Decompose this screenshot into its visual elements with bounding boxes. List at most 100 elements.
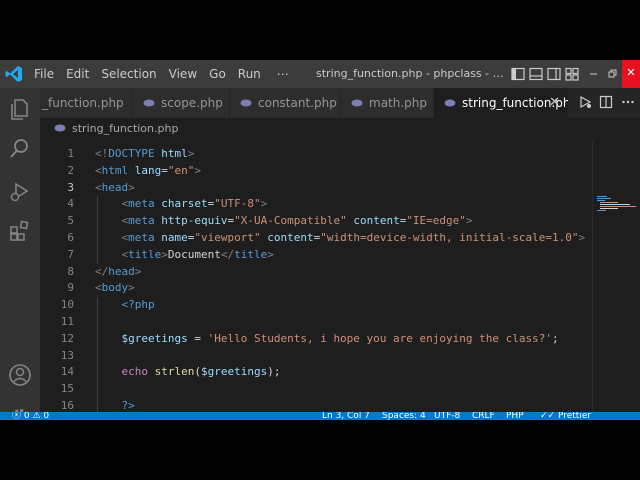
- code-token: meta: [128, 197, 155, 211]
- code-token: <?php: [121, 298, 155, 312]
- code-line[interactable]: echo strlen($greetings);: [95, 364, 281, 381]
- menu-more[interactable]: ⋯: [267, 60, 295, 88]
- more-actions-icon[interactable]: [621, 95, 635, 109]
- prettier-status[interactable]: ✓✓ Prettier: [540, 412, 591, 420]
- tab-label: constant.php: [258, 96, 337, 110]
- code-token: head: [108, 264, 135, 278]
- code-line[interactable]: <title>Document</title>: [95, 247, 274, 264]
- menu-view[interactable]: View: [163, 60, 203, 88]
- toggle-secondary-sidebar-icon[interactable]: [546, 66, 562, 82]
- split-editor-icon[interactable]: [599, 95, 613, 109]
- customize-layout-icon[interactable]: [564, 66, 580, 82]
- code-token: >: [267, 247, 274, 261]
- code-token: "UTF-8": [214, 197, 261, 211]
- tab-string-function[interactable]: string_function.php ✕: [434, 88, 569, 118]
- close-icon: ✕: [626, 66, 636, 79]
- open-changes-icon[interactable]: [578, 95, 592, 109]
- restore-icon[interactable]: [604, 66, 620, 82]
- code-token: strlen: [154, 365, 195, 379]
- menu-edit[interactable]: Edit: [60, 60, 95, 88]
- code-line[interactable]: <html lang="en">: [95, 163, 201, 180]
- tab-close-icon[interactable]: ✕: [549, 88, 560, 118]
- close-window-button[interactable]: ✕: [622, 60, 640, 88]
- tab-label: _function.php: [42, 96, 124, 110]
- line-number: 11: [60, 315, 74, 328]
- line-number: 16: [60, 399, 74, 412]
- code-token: >: [578, 231, 586, 244]
- account-icon[interactable]: [7, 362, 33, 388]
- code-line[interactable]: <head>: [95, 180, 135, 197]
- toggle-panel-icon[interactable]: [528, 66, 544, 82]
- line-number: 5: [67, 214, 74, 228]
- error-count: 0: [23, 412, 30, 420]
- code-token: "IE=edge": [406, 214, 466, 228]
- code-token: </: [95, 264, 109, 278]
- problems-indicator[interactable]: ⓧ 0 ⚠ 0: [12, 412, 49, 420]
- tab-math[interactable]: math.php: [341, 88, 434, 118]
- error-icon: ⓧ: [12, 412, 24, 420]
- code-token: Document: [167, 247, 221, 261]
- breadcrumb[interactable]: string_function.php: [40, 118, 640, 140]
- code-editor[interactable]: 1 <!DOCTYPE html> 2 <html lang="en"> 3 <head>…: [40, 140, 592, 412]
- code-token: >: [161, 247, 168, 261]
- code-line[interactable]: </head>: [95, 264, 141, 281]
- code-token: http-equiv: [161, 214, 228, 228]
- language-mode[interactable]: PHP: [506, 412, 524, 420]
- code-line[interactable]: <meta charset="UTF-8">: [95, 196, 268, 213]
- toggle-sidebar-icon[interactable]: [510, 66, 526, 82]
- code-token: body: [101, 281, 129, 295]
- code-token: =: [161, 163, 168, 177]
- code-token: >: [187, 147, 195, 160]
- menu-file[interactable]: File: [28, 60, 60, 88]
- code-line[interactable]: $greetings = 'Hello Students, i hope you…: [95, 331, 559, 348]
- code-token: "X-UA-Compatible": [234, 214, 347, 228]
- code-line[interactable]: <?php: [95, 297, 155, 314]
- breadcrumb-file: string_function.php: [72, 122, 179, 135]
- tab-scope[interactable]: scope.php: [133, 88, 230, 118]
- code-token: 'Hello Students, i hope you are enjoying…: [207, 331, 552, 345]
- explorer-icon[interactable]: [7, 96, 33, 122]
- code-token: <: [95, 163, 102, 177]
- line-ending[interactable]: CRLF: [472, 412, 495, 420]
- code-line[interactable]: <meta http-equiv="X-UA-Compatible" conte…: [95, 213, 473, 230]
- tab-function[interactable]: _function.php: [40, 88, 133, 118]
- line-number: 1: [67, 147, 74, 160]
- warning-icon: ⚠: [32, 412, 44, 420]
- extensions-icon[interactable]: [7, 218, 33, 244]
- minimize-icon[interactable]: [586, 66, 602, 82]
- menu-bar: File Edit Selection View Go Run ⋯: [28, 60, 295, 88]
- tab-constant[interactable]: constant.php: [230, 88, 341, 118]
- indentation[interactable]: Spaces: 4: [382, 412, 426, 420]
- code-token: >: [260, 197, 268, 211]
- menu-selection[interactable]: Selection: [95, 60, 162, 88]
- prettier-label: Prettier: [557, 412, 592, 420]
- minimap[interactable]: [592, 140, 640, 412]
- menu-go[interactable]: Go: [203, 60, 232, 88]
- code-line[interactable]: ?>: [95, 398, 135, 412]
- code-token: >: [128, 180, 135, 194]
- code-token: "en": [167, 163, 195, 177]
- line-number: 8: [67, 264, 74, 278]
- code-token: title: [234, 247, 268, 261]
- encoding[interactable]: UTF-8: [434, 412, 460, 420]
- code-line[interactable]: <!DOCTYPE html>: [95, 146, 194, 163]
- code-token: meta: [128, 214, 155, 228]
- code-token: $greetings: [201, 365, 268, 379]
- menu-run[interactable]: Run: [232, 60, 267, 88]
- code-line[interactable]: <body>: [95, 280, 135, 297]
- status-bar: ⓧ 0 ⚠ 0 Ln 3, Col 7 Spaces: 4 UTF-8 CRLF…: [0, 412, 640, 420]
- code-line[interactable]: <meta name="viewport" content="width=dev…: [95, 230, 586, 247]
- title-bar: File Edit Selection View Go Run ⋯ string…: [0, 60, 640, 88]
- code-token: head: [101, 180, 129, 194]
- indent-guide: [97, 297, 98, 412]
- double-check-icon: ✓✓: [540, 412, 558, 420]
- php-elephant-icon: [351, 99, 363, 106]
- run-debug-icon[interactable]: [7, 178, 33, 204]
- cursor-position[interactable]: Ln 3, Col 7: [322, 412, 370, 420]
- tab-label: math.php: [369, 96, 428, 110]
- search-icon[interactable]: [7, 136, 33, 162]
